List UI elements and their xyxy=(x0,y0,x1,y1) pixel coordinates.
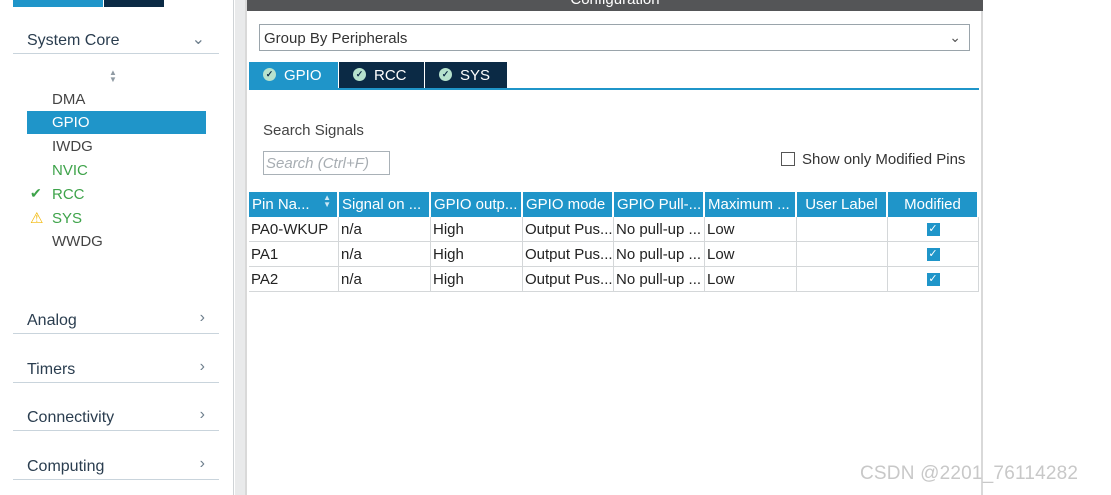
check-circle-icon: ✓ xyxy=(439,68,452,81)
table-row[interactable]: PA0-WKUP n/a High Output Pus... No pull-… xyxy=(249,217,979,242)
sidebar-item-nvic[interactable]: NVIC xyxy=(27,159,206,182)
sidebar-item-label: IWDG xyxy=(52,138,93,155)
column-header-gpio-output[interactable]: GPIO outp... xyxy=(431,192,523,217)
check-circle-icon: ✓ xyxy=(263,68,276,81)
checked-checkbox-icon: ✓ xyxy=(926,222,940,236)
tab-label: GPIO xyxy=(284,67,322,84)
sidebar-item-dma[interactable]: DMA xyxy=(27,88,206,111)
sidebar-item-sys[interactable]: ⚠ SYS xyxy=(27,207,206,230)
chevron-right-icon: › xyxy=(199,455,205,472)
configuration-title: Configuration xyxy=(247,0,983,8)
a-z-tab[interactable] xyxy=(104,0,164,7)
section-system-core[interactable]: System Core ⌄ xyxy=(13,28,219,54)
cell-max[interactable]: Low xyxy=(705,217,797,242)
sidebar-item-label: SYS xyxy=(52,210,83,227)
section-analog[interactable]: Analog › xyxy=(13,308,219,334)
section-label: Connectivity xyxy=(27,409,115,426)
warning-icon: ⚠ xyxy=(30,210,44,227)
left-panel: System Core ⌄ ▲ ▼ DMA GPIO IWDG NVIC ✔ RC… xyxy=(0,0,234,495)
group-by-select[interactable]: Group By Peripherals ⌄ xyxy=(259,24,970,51)
checked-checkbox-icon: ✓ xyxy=(926,272,940,286)
group-by-value: Group By Peripherals xyxy=(264,30,408,47)
cell-pin: PA2 xyxy=(249,267,339,292)
cell-user-label[interactable] xyxy=(797,217,888,242)
table-row[interactable]: PA2 n/a High Output Pus... No pull-up ..… xyxy=(249,267,979,292)
cell-modified: ✓ xyxy=(888,217,979,242)
sidebar-item-label: NVIC xyxy=(52,162,88,179)
cell-pin: PA1 xyxy=(249,242,339,267)
show-modified-label: Show only Modified Pins xyxy=(802,151,966,168)
cell-mode[interactable]: Output Pus... xyxy=(523,242,614,267)
chevron-right-icon: › xyxy=(199,358,205,375)
cell-max[interactable]: Low xyxy=(705,242,797,267)
cell-signal: n/a xyxy=(339,217,431,242)
tab-underline xyxy=(249,88,979,90)
cell-signal: n/a xyxy=(339,267,431,292)
cell-modified: ✓ xyxy=(888,242,979,267)
cell-pull[interactable]: No pull-up ... xyxy=(614,217,705,242)
section-computing[interactable]: Computing › xyxy=(13,454,219,480)
tab-gpio[interactable]: ✓ GPIO xyxy=(249,62,338,88)
column-header-maximum[interactable]: Maximum ... xyxy=(705,192,797,217)
cell-signal: n/a xyxy=(339,242,431,267)
sidebar-item-label: GPIO xyxy=(52,114,90,131)
section-connectivity[interactable]: Connectivity › xyxy=(13,405,219,431)
sort-icon: ▲ ▼ xyxy=(323,193,331,209)
cell-modified: ✓ xyxy=(888,267,979,292)
configuration-title-bar: Configuration xyxy=(247,0,983,11)
tab-label: RCC xyxy=(374,67,407,84)
configuration-panel: Configuration Group By Peripherals ⌄ ✓ G… xyxy=(245,0,983,495)
panel-splitter[interactable] xyxy=(235,0,245,495)
section-label: Computing xyxy=(27,458,105,475)
tab-label: SYS xyxy=(460,67,491,84)
check-circle-icon: ✓ xyxy=(353,68,366,81)
tab-rcc[interactable]: ✓ RCC xyxy=(339,62,424,88)
column-header-modified[interactable]: Modified xyxy=(888,192,979,217)
table-row[interactable]: PA1 n/a High Output Pus... No pull-up ..… xyxy=(249,242,979,267)
check-icon: ✔ xyxy=(30,185,42,201)
chevron-right-icon: › xyxy=(199,406,205,423)
cell-user-label[interactable] xyxy=(797,267,888,292)
categories-tab[interactable] xyxy=(13,0,103,7)
chevron-right-icon: › xyxy=(199,309,205,326)
column-header-gpio-mode[interactable]: GPIO mode xyxy=(523,192,614,217)
cell-pin: PA0-WKUP xyxy=(249,217,339,242)
cell-output[interactable]: High xyxy=(431,267,523,292)
cell-user-label[interactable] xyxy=(797,242,888,267)
column-header-user-label[interactable]: User Label xyxy=(797,192,888,217)
sidebar-item-label: WWDG xyxy=(52,233,103,250)
sidebar-item-label: RCC xyxy=(52,186,85,203)
sidebar-item-iwdg[interactable]: IWDG xyxy=(27,135,206,158)
cell-mode[interactable]: Output Pus... xyxy=(523,217,614,242)
sidebar-item-rcc[interactable]: ✔ RCC xyxy=(27,183,206,206)
search-signals-label: Search Signals xyxy=(263,122,364,139)
sidebar-item-gpio[interactable]: GPIO xyxy=(27,111,206,134)
cell-mode[interactable]: Output Pus... xyxy=(523,267,614,292)
sidebar-item-label: DMA xyxy=(52,91,86,108)
chevron-down-icon: ⌄ xyxy=(949,29,961,45)
column-header-signal[interactable]: Signal on ... xyxy=(339,192,431,217)
sidebar-item-wwdg[interactable]: WWDG xyxy=(27,230,206,253)
section-label: System Core xyxy=(27,32,120,49)
tab-sys[interactable]: ✓ SYS xyxy=(425,62,507,88)
search-signals-input[interactable] xyxy=(263,151,390,175)
section-timers[interactable]: Timers › xyxy=(13,357,219,383)
cell-pull[interactable]: No pull-up ... xyxy=(614,242,705,267)
checked-checkbox-icon: ✓ xyxy=(926,247,940,261)
column-header-gpio-pull[interactable]: GPIO Pull-... xyxy=(614,192,705,217)
section-label: Analog xyxy=(27,312,77,329)
column-header-pin-name[interactable]: Pin Na... ▲ ▼ xyxy=(249,192,339,217)
section-label: Timers xyxy=(27,361,76,378)
cell-max[interactable]: Low xyxy=(705,267,797,292)
sort-arrows-icon[interactable]: ▲ ▼ xyxy=(109,69,117,84)
right-empty-area xyxy=(985,0,1111,495)
table-header: Pin Na... ▲ ▼ Signal on ... GPIO outp... … xyxy=(249,192,979,217)
cell-pull[interactable]: No pull-up ... xyxy=(614,267,705,292)
checkbox-box[interactable] xyxy=(781,152,795,166)
watermark: CSDN @2201_76114282 xyxy=(860,463,1079,484)
chevron-down-icon: ⌄ xyxy=(191,31,205,48)
cell-output[interactable]: High xyxy=(431,217,523,242)
cell-output[interactable]: High xyxy=(431,242,523,267)
